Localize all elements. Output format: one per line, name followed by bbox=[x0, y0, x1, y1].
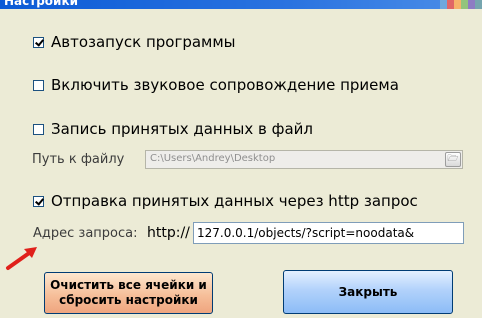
request-prefix-row: http:// bbox=[147, 225, 190, 241]
request-address-row: Адрес запроса: bbox=[33, 226, 138, 241]
http-send-label: Отправка принятых данных через http запр… bbox=[51, 192, 418, 210]
title-bar-decoration bbox=[440, 0, 482, 9]
reset-button-line-2: сбросить настройки bbox=[59, 293, 198, 307]
window-title: Настройки bbox=[4, 0, 79, 8]
log-to-file-option[interactable]: Запись принятых данных в файл bbox=[33, 120, 313, 138]
request-address-value: 127.0.0.1/objects/?script=noodata& bbox=[197, 226, 415, 240]
file-path-field[interactable]: C:\Users\Andrey\Desktop 🗁 bbox=[145, 150, 463, 169]
browse-folder-button[interactable]: 🗁 bbox=[445, 152, 461, 167]
file-path-value: C:\Users\Andrey\Desktop bbox=[150, 153, 276, 164]
reset-button-line-1: Очистить все ячейки и bbox=[50, 278, 207, 292]
file-path-label: Путь к файлу bbox=[32, 152, 125, 167]
log-to-file-label: Запись принятых данных в файл bbox=[51, 120, 313, 138]
autostart-label: Автозапуск программы bbox=[51, 33, 236, 51]
file-path-row: Путь к файлу bbox=[32, 152, 124, 167]
folder-icon: 🗁 bbox=[447, 154, 459, 164]
sound-label: Включить звуковое сопровождение приема bbox=[51, 76, 399, 94]
red-arrow-icon bbox=[6, 247, 37, 270]
reset-settings-button[interactable]: Очистить все ячейки и сбросить настройки bbox=[44, 272, 213, 314]
autostart-option[interactable]: Автозапуск программы bbox=[33, 33, 236, 51]
sound-option[interactable]: Включить звуковое сопровождение приема bbox=[33, 76, 399, 94]
close-button[interactable]: Закрыть bbox=[283, 270, 453, 314]
title-bar[interactable]: Настройки bbox=[0, 0, 482, 9]
request-address-input[interactable]: 127.0.0.1/objects/?script=noodata& bbox=[193, 222, 464, 244]
request-address-label: Адрес запроса: bbox=[33, 226, 138, 241]
autostart-checkbox[interactable] bbox=[33, 36, 44, 48]
log-to-file-checkbox[interactable] bbox=[33, 123, 44, 135]
sound-checkbox[interactable] bbox=[33, 79, 44, 91]
http-send-option[interactable]: Отправка принятых данных через http запр… bbox=[33, 192, 418, 210]
close-button-label: Закрыть bbox=[338, 284, 398, 299]
request-address-prefix: http:// bbox=[147, 225, 190, 241]
http-send-checkbox[interactable] bbox=[33, 195, 44, 207]
